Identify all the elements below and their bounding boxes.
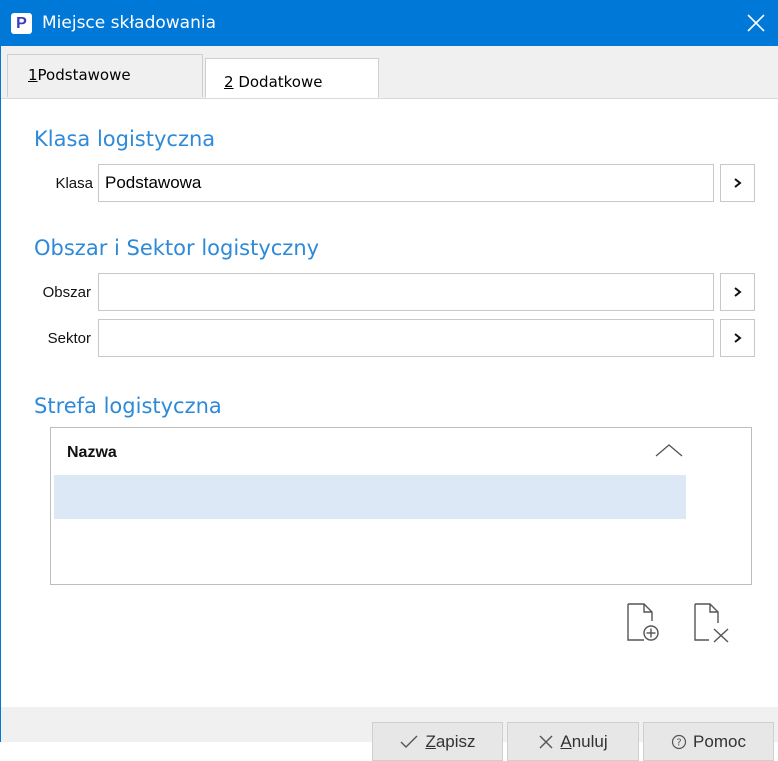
tab-podstawowe-label: Podstawowe: [37, 66, 131, 84]
section-title-strefa: Strefa logistyczna: [34, 394, 222, 418]
tab-dodatkowe[interactable]: 2 Dodatkowe: [205, 58, 379, 98]
add-document-icon: [627, 603, 659, 641]
tab-podstawowe[interactable]: 1Podstawowe: [7, 54, 203, 97]
svg-text:?: ?: [676, 737, 681, 748]
sektor-select-button[interactable]: [720, 319, 755, 357]
title-bar: P Miejsce składowania: [1, 0, 778, 46]
chevron-right-icon: [733, 178, 742, 188]
chevron-right-icon: [733, 287, 742, 297]
tab-podstawowe-key: 1: [28, 66, 38, 84]
remove-strefa-button[interactable]: [689, 601, 731, 647]
close-icon: [747, 14, 765, 32]
section-title-obszar: Obszar i Sektor logistyczny: [34, 236, 320, 260]
klasa-label: Klasa: [55, 175, 93, 192]
window-title: Miejsce składowania: [42, 13, 217, 33]
tab-dodatkowe-label: Dodatkowe: [238, 73, 323, 91]
tab-bar: 1Podstawowe 2 Dodatkowe: [1, 46, 778, 99]
dialog-window: P Miejsce składowania 1Podstawowe 2 Doda…: [0, 0, 778, 761]
save-key: Z: [425, 731, 436, 751]
obszar-label: Obszar: [42, 284, 91, 301]
sort-up-icon[interactable]: [654, 442, 684, 458]
add-strefa-button[interactable]: [622, 601, 664, 647]
sektor-field[interactable]: [98, 319, 714, 357]
chevron-right-icon: [733, 333, 742, 343]
strefa-grid[interactable]: Nazwa: [50, 427, 752, 585]
close-button[interactable]: [732, 0, 778, 46]
tab-dodatkowe-key: 2: [224, 73, 234, 91]
save-rest: apisz: [435, 731, 476, 751]
klasa-select-button[interactable]: [720, 164, 755, 202]
section-title-klasa: Klasa logistyczna: [34, 127, 216, 151]
klasa-field[interactable]: Podstawowa: [98, 164, 714, 202]
column-header-nazwa[interactable]: Nazwa: [67, 444, 117, 462]
obszar-select-button[interactable]: [720, 273, 755, 311]
sektor-label: Sektor: [47, 330, 91, 347]
cancel-rest: nuluj: [571, 731, 608, 751]
cancel-key: A: [560, 731, 572, 751]
app-icon: P: [11, 13, 32, 34]
obszar-field[interactable]: [98, 273, 714, 311]
table-row[interactable]: [54, 475, 686, 519]
remove-document-icon: [694, 603, 729, 643]
